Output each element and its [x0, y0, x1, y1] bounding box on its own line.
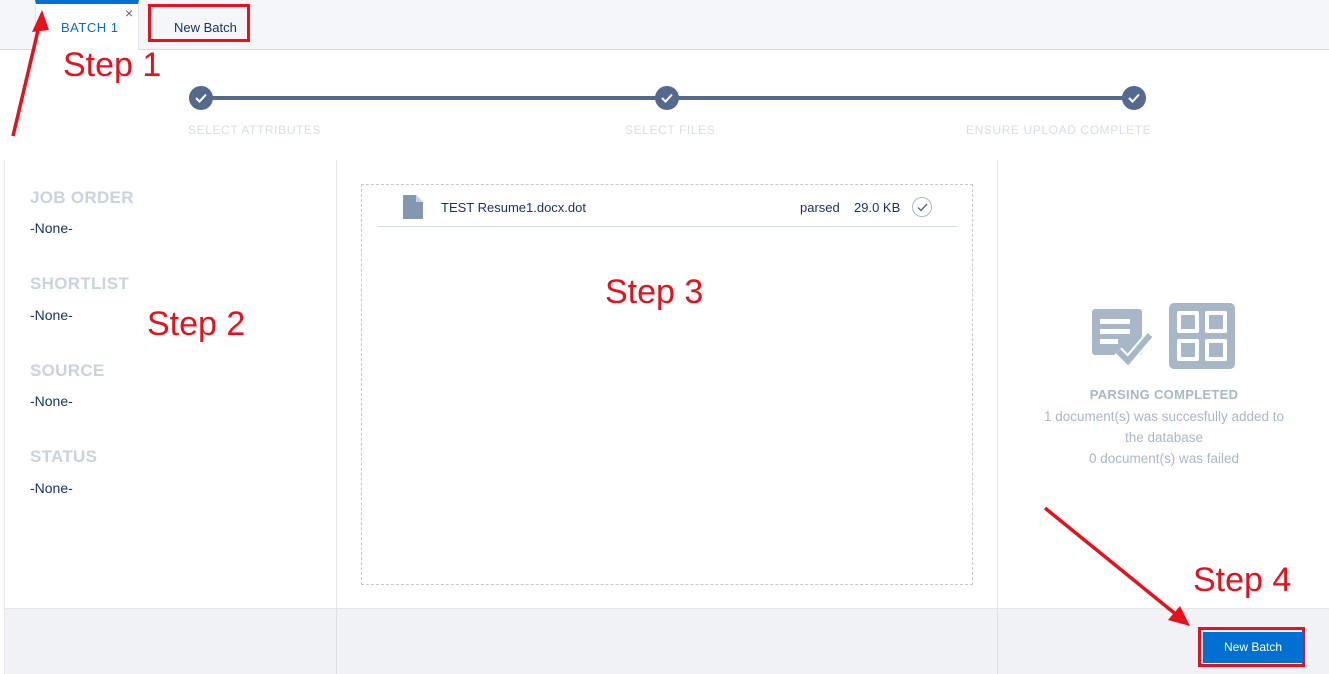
arrow-step-1: [11, 10, 49, 137]
app-root: BATCH 1 × New Batch SELECT ATTRIBUTES SE…: [0, 0, 1329, 674]
arrow-step-4: [1043, 506, 1190, 626]
annotation-arrows: [11, 10, 1190, 626]
